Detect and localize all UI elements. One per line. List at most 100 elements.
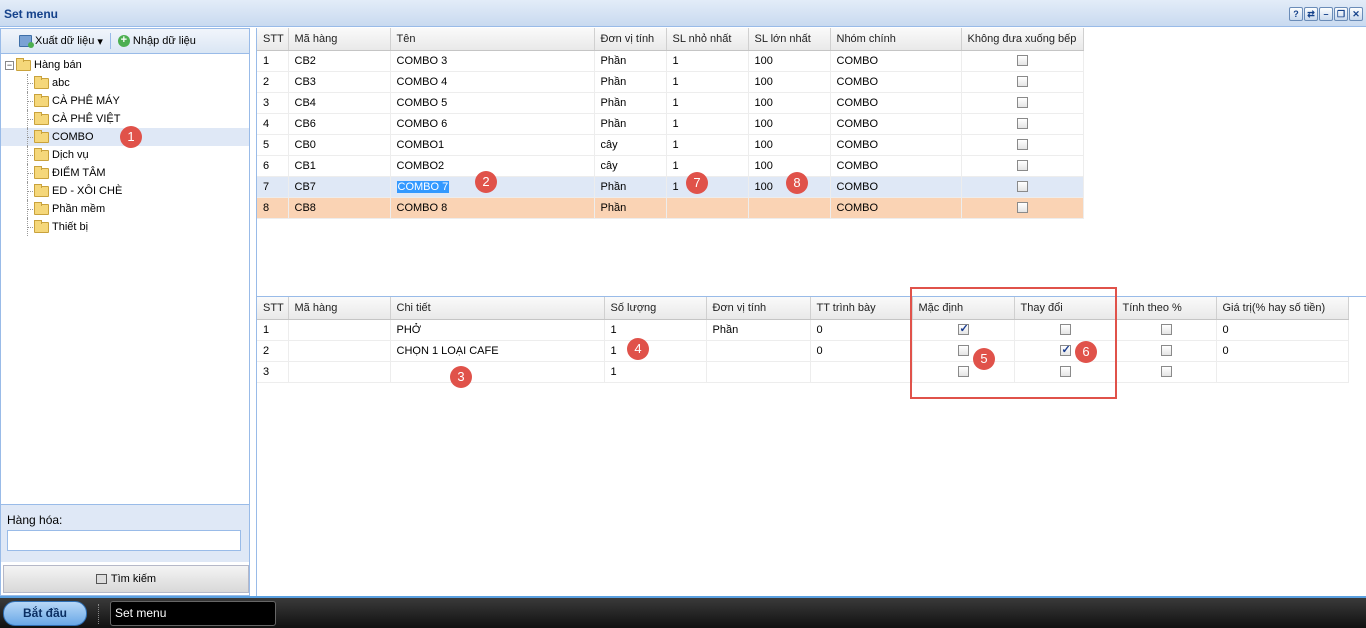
col-sl-min[interactable]: SL nhỏ nhất [666, 28, 749, 51]
cell-stt[interactable]: 2 [257, 71, 289, 93]
col-don-vi[interactable]: Đơn vị tính [706, 297, 811, 320]
no-kitchen-checkbox[interactable] [1016, 76, 1028, 88]
table-row[interactable]: 3 CB4 COMBO 5 Phần 1 100 COMBO [257, 92, 1084, 114]
cell-so-luong[interactable]: 1 [604, 319, 707, 341]
restore-icon[interactable]: ❐ [1334, 7, 1348, 21]
tree-item[interactable]: Thiết bị [1, 218, 249, 236]
cell-gia-tri[interactable]: 0 [1216, 319, 1349, 341]
search-input[interactable] [7, 530, 241, 551]
table-row[interactable]: 31 [257, 361, 1349, 383]
collapse-icon[interactable]: − [5, 60, 14, 70]
taskbar-item[interactable]: Set menu [110, 601, 276, 626]
export-button[interactable]: Xuất dữ liệu ▾ [15, 35, 107, 48]
cell-ma-hang[interactable] [288, 340, 391, 362]
cell-stt[interactable]: 7 [257, 176, 289, 198]
start-button[interactable]: Bắt đầu [3, 601, 87, 626]
cell-nhom[interactable]: COMBO [830, 197, 962, 219]
cell-sl-min[interactable]: 1 [666, 50, 749, 72]
no-kitchen-checkbox[interactable] [1016, 97, 1028, 109]
tinhtheo-checkbox[interactable] [1160, 324, 1172, 336]
no-kitchen-checkbox[interactable] [1016, 139, 1028, 151]
cell-nhom[interactable]: COMBO [830, 134, 962, 156]
cell-ten[interactable]: COMBO1 [390, 134, 595, 156]
cell-sl-max[interactable]: 100 [748, 134, 831, 156]
cell-don-vi[interactable]: cây [594, 155, 667, 177]
tree-item[interactable]: ĐIỂM TÂM [1, 164, 249, 182]
cell-don-vi[interactable]: Phần [594, 176, 667, 198]
cell-sl-min[interactable]: 1 [666, 71, 749, 93]
cell-gia-tri[interactable]: 0 [1216, 340, 1349, 362]
cell-stt[interactable]: 2 [257, 340, 289, 362]
tree-item[interactable]: ED - XÔI CHÈ [1, 182, 249, 200]
cell-chi-tiet[interactable]: PHỞ [390, 319, 605, 341]
tree-item[interactable]: CÀ PHÊ VIỆT [1, 110, 249, 128]
no-kitchen-checkbox[interactable] [1016, 202, 1028, 214]
cell-don-vi[interactable]: Phần [594, 50, 667, 72]
table-row[interactable]: 6 CB1 COMBO2 cây 1 100 COMBO [257, 155, 1084, 177]
cell-ma-hang[interactable]: CB2 [288, 50, 391, 72]
cell-don-vi[interactable] [706, 361, 811, 383]
cell-ma-hang[interactable]: CB7 [288, 176, 391, 198]
help-icon[interactable]: ? [1289, 7, 1303, 21]
tinhtheo-checkbox[interactable] [1160, 366, 1172, 378]
cell-nhom[interactable]: COMBO [830, 113, 962, 135]
cell-tt-trinh-bay[interactable] [810, 361, 913, 383]
cell-sl-max[interactable] [748, 197, 831, 219]
cell-tt-trinh-bay[interactable]: 0 [810, 340, 913, 362]
col-tinh-theo[interactable]: Tính theo % [1116, 297, 1217, 320]
cell-ma-hang[interactable]: CB3 [288, 71, 391, 93]
col-ma-hang[interactable]: Mã hàng [288, 297, 391, 320]
cell-sl-max[interactable]: 100 [748, 92, 831, 114]
cell-ten[interactable]: COMBO 4 [390, 71, 595, 93]
cell-don-vi[interactable]: Phần [594, 113, 667, 135]
cell-nhom[interactable]: COMBO [830, 71, 962, 93]
cell-stt[interactable]: 6 [257, 155, 289, 177]
col-chi-tiet[interactable]: Chi tiết [390, 297, 605, 320]
cell-sl-min[interactable]: 1 [666, 155, 749, 177]
cell-ma-hang[interactable]: CB8 [288, 197, 391, 219]
table-row[interactable]: 7 CB7 COMBO 7 Phần 1 100 COMBO [257, 176, 1084, 198]
col-sl-max[interactable]: SL lớn nhất [748, 28, 831, 51]
table-row[interactable]: 8 CB8 COMBO 8 Phần COMBO [257, 197, 1084, 219]
cell-don-vi[interactable]: Phần [594, 71, 667, 93]
cell-don-vi[interactable]: Phần [706, 319, 811, 341]
cell-ten[interactable]: COMBO 5 [390, 92, 595, 114]
table-row[interactable]: 5 CB0 COMBO1 cây 1 100 COMBO [257, 134, 1084, 156]
cell-sl-min[interactable]: 1 [666, 113, 749, 135]
table-row[interactable]: 4 CB6 COMBO 6 Phần 1 100 COMBO [257, 113, 1084, 135]
col-gia-tri[interactable]: Giá trị(% hay số tiền) [1216, 297, 1349, 320]
no-kitchen-checkbox[interactable] [1016, 55, 1028, 67]
cell-ten[interactable]: COMBO 3 [390, 50, 595, 72]
cell-don-vi[interactable]: Phần [594, 197, 667, 219]
col-ma-hang[interactable]: Mã hàng [288, 28, 391, 51]
cell-gia-tri[interactable] [1216, 361, 1349, 383]
cell-don-vi[interactable]: Phần [594, 92, 667, 114]
col-nhom[interactable]: Nhóm chính [830, 28, 962, 51]
tree-item[interactable]: Dịch vụ [1, 146, 249, 164]
cell-sl-max[interactable]: 100 [748, 71, 831, 93]
cell-so-luong[interactable]: 1 [604, 361, 707, 383]
col-khong-bep[interactable]: Không đưa xuống bếp [961, 28, 1084, 51]
cell-sl-min[interactable]: 1 [666, 134, 749, 156]
cell-sl-min[interactable]: 1 [666, 92, 749, 114]
cell-ma-hang[interactable] [288, 319, 391, 341]
table-row[interactable]: 1 CB2 COMBO 3 Phần 1 100 COMBO [257, 50, 1084, 72]
tree-item[interactable]: abc [1, 74, 249, 92]
no-kitchen-checkbox[interactable] [1016, 118, 1028, 130]
refresh-icon[interactable]: ⇄ [1304, 7, 1318, 21]
no-kitchen-checkbox[interactable] [1016, 181, 1028, 193]
cell-stt[interactable]: 4 [257, 113, 289, 135]
tree-root[interactable]: − Hàng bán [1, 56, 249, 74]
table-row[interactable]: 2 CB3 COMBO 4 Phần 1 100 COMBO [257, 71, 1084, 93]
col-stt[interactable]: STT [257, 28, 289, 51]
cell-sl-max[interactable]: 100 [748, 113, 831, 135]
cell-stt[interactable]: 1 [257, 319, 289, 341]
cell-don-vi[interactable]: cây [594, 134, 667, 156]
cell-stt[interactable]: 5 [257, 134, 289, 156]
tree-item[interactable]: CÀ PHÊ MÁY [1, 92, 249, 110]
cell-nhom[interactable]: COMBO [830, 50, 962, 72]
tinhtheo-checkbox[interactable] [1160, 345, 1172, 357]
cell-nhom[interactable]: COMBO [830, 155, 962, 177]
col-tt-trinh-bay[interactable]: TT trình bày [810, 297, 913, 320]
no-kitchen-checkbox[interactable] [1016, 160, 1028, 172]
